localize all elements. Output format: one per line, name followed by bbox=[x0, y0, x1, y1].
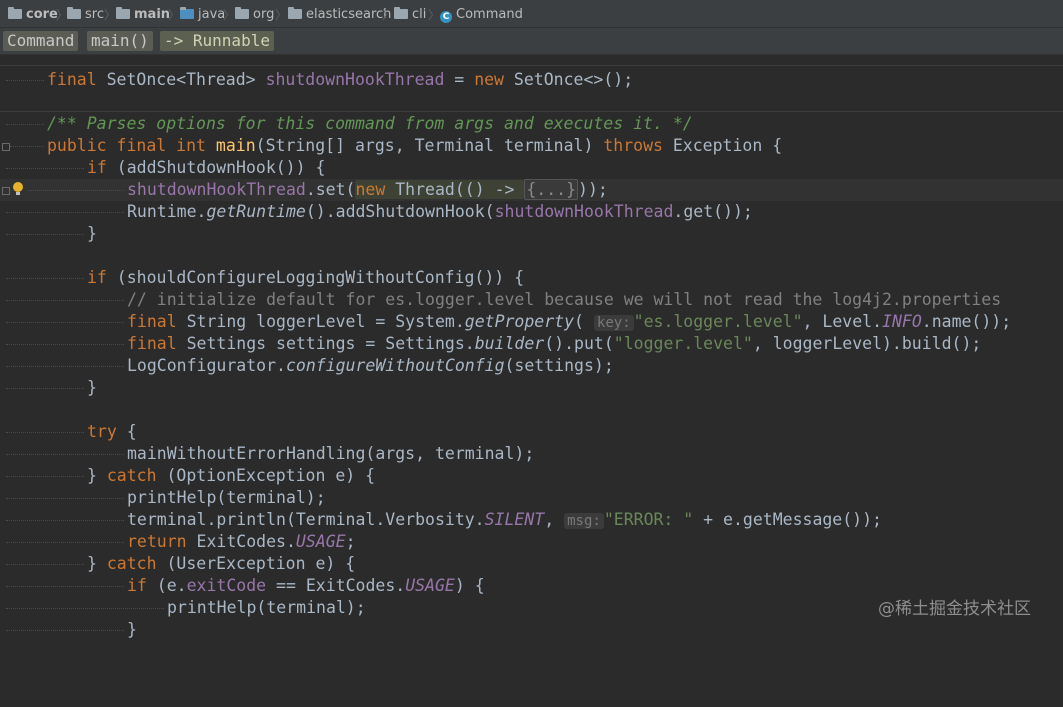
code-line-current: shutdownHookThread.set(new Thread(() -> … bbox=[0, 179, 1063, 201]
code-line: mainWithoutErrorHandling(args, terminal)… bbox=[0, 443, 1063, 465]
method-separator bbox=[0, 65, 1063, 66]
code-line: public final int main(String[] args, Ter… bbox=[0, 135, 1063, 157]
class-icon: C bbox=[440, 11, 452, 23]
code-line: Runtime.getRuntime().addShutdownHook(shu… bbox=[0, 201, 1063, 223]
nav-chip-main[interactable]: main() bbox=[87, 31, 153, 51]
code-line: LogConfigurator.configureWithoutConfig(s… bbox=[0, 355, 1063, 377]
module-folder-icon bbox=[8, 7, 22, 19]
breadcrumb-separator: 〉 bbox=[104, 8, 117, 22]
breadcrumb-separator: 〉 bbox=[168, 8, 181, 22]
breadcrumb-item-java[interactable]: java bbox=[180, 6, 225, 24]
package-icon bbox=[288, 7, 302, 19]
source-folder-icon bbox=[116, 7, 130, 19]
code-line: // initialize default for es.logger.leve… bbox=[0, 289, 1063, 311]
code-line: terminal.println(Terminal.Verbosity.SILE… bbox=[0, 509, 1063, 531]
code-line: } bbox=[0, 223, 1063, 245]
code-line: } bbox=[0, 619, 1063, 641]
code-line: if (addShutdownHook()) { bbox=[0, 157, 1063, 179]
code-line: if (shouldConfigureLoggingWithoutConfig(… bbox=[0, 267, 1063, 289]
lightbulb-icon[interactable] bbox=[13, 182, 23, 195]
breadcrumb-separator: 〉 bbox=[275, 8, 288, 22]
breadcrumb-item-core[interactable]: core bbox=[8, 6, 58, 24]
method-separator bbox=[0, 111, 1063, 112]
fold-marker[interactable] bbox=[2, 187, 10, 195]
nav-chip-runnable[interactable]: -> Runnable bbox=[160, 31, 274, 51]
code-line: } catch (UserException e) { bbox=[0, 553, 1063, 575]
parameter-hint: key: bbox=[593, 315, 634, 331]
package-icon bbox=[235, 7, 249, 19]
breadcrumb-item-main[interactable]: main bbox=[116, 6, 170, 24]
watermark: @稀土掘金技术社区 bbox=[878, 599, 1031, 619]
folder-icon bbox=[67, 7, 81, 19]
breadcrumb-separator: 〉 bbox=[223, 8, 236, 22]
code-line: try { bbox=[0, 421, 1063, 443]
code-editor[interactable]: final SetOnce<Thread> shutdownHookThread… bbox=[0, 55, 1063, 639]
code-line: printHelp(terminal); bbox=[0, 487, 1063, 509]
nav-chip-command[interactable]: Command bbox=[3, 31, 79, 51]
code-line: final String loggerLevel = System.getPro… bbox=[0, 311, 1063, 333]
folded-code-block[interactable]: {...} bbox=[524, 179, 579, 200]
breadcrumb-separator: 〉 bbox=[428, 8, 441, 22]
package-icon bbox=[394, 7, 408, 19]
breadcrumb-separator: 〉 bbox=[382, 8, 395, 22]
breadcrumb-item-cli[interactable]: cli bbox=[394, 6, 426, 24]
breadcrumb: core 〉 src 〉 main 〉 java 〉 org 〉 elastic… bbox=[0, 0, 1063, 28]
java-folder-icon bbox=[180, 7, 194, 19]
structure-navbar: Command main() -> Runnable bbox=[0, 28, 1063, 55]
fold-marker[interactable] bbox=[2, 143, 10, 151]
breadcrumb-item-src[interactable]: src bbox=[67, 6, 104, 24]
parameter-hint: msg: bbox=[564, 513, 604, 529]
code-line: } catch (OptionException e) { bbox=[0, 465, 1063, 487]
breadcrumb-item-command[interactable]: C Command bbox=[440, 6, 523, 24]
code-line: return ExitCodes.USAGE; bbox=[0, 531, 1063, 553]
code-line: final SetOnce<Thread> shutdownHookThread… bbox=[0, 69, 1063, 91]
breadcrumb-item-org[interactable]: org bbox=[235, 6, 274, 24]
code-line: } bbox=[0, 377, 1063, 399]
code-line: /** Parses options for this command from… bbox=[0, 113, 1063, 135]
code-line: final Settings settings = Settings.build… bbox=[0, 333, 1063, 355]
breadcrumb-item-elasticsearch[interactable]: elasticsearch bbox=[288, 6, 391, 24]
